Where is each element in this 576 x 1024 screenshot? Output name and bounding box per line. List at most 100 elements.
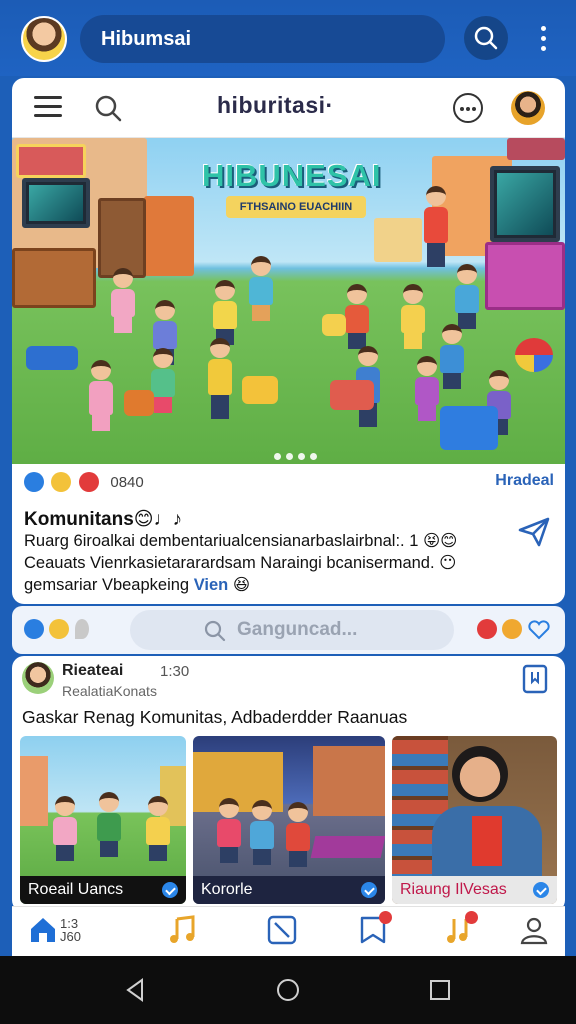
page-title: hiburitasi· [217,92,334,118]
thumbnail[interactable]: Roeail Uancs [20,736,186,904]
building-right-roof [507,138,565,160]
reaction-icon[interactable] [24,619,44,639]
tab-counter-line: J60 [60,929,81,944]
hero-subtitle: FTHSAINO EUACHIIN [226,196,366,218]
post-body-link[interactable]: Vien [194,576,229,594]
emoji-icon[interactable] [453,93,483,123]
reaction-count: 0840 [110,473,144,491]
verified-icon [162,882,178,898]
toy-box [26,346,78,370]
thumbnail[interactable]: Riaung IlVesas [392,736,557,904]
reaction-icon[interactable] [51,472,72,492]
top-search-field[interactable]: Hibumsai [80,15,445,63]
send-icon[interactable] [517,516,551,548]
beach-ball [515,338,553,372]
kid-figure [84,360,118,431]
kid-figure [249,800,275,865]
author-avatar[interactable] [22,662,54,694]
top-app-bar: Hibumsai [0,0,576,76]
menu-icon[interactable] [34,96,62,118]
pin-icon[interactable] [75,619,89,639]
post-title-text: Komunitans [24,509,134,530]
thumbnail[interactable]: Kororle [193,736,385,904]
post-subtitle: RealatiaKonats [62,683,157,699]
kid-figure [285,802,311,867]
music-tab[interactable] [444,911,478,945]
music-icon[interactable] [167,915,197,945]
reaction-icon[interactable] [24,472,44,492]
kid-figure [398,284,428,349]
search-icon [474,26,498,50]
search-icon [204,620,226,642]
kid-figure [420,186,452,267]
kid-figure [202,338,238,419]
kid-figure [452,264,482,329]
bottom-tab-bar: 1:3 J60 [12,906,565,956]
back-icon[interactable] [124,978,148,1002]
kid-figure [144,796,172,861]
profile-icon[interactable] [519,915,549,945]
post-body-line: Ruarg 6iroalkai dembentariualcensianarba… [24,532,458,550]
post-reactions-row: 0840 Hradeal [24,472,554,492]
reaction-icon[interactable] [78,472,99,492]
home-icon[interactable] [28,915,58,945]
book [242,376,278,404]
building-mid [144,196,194,276]
profile-avatar[interactable] [511,91,545,125]
verified-icon [361,882,377,898]
post-body-line-text: gemsariar Vbeapkeing [24,576,194,594]
strip-search-input[interactable]: Ganguncad... [130,610,454,650]
toy-box [440,406,498,450]
more-options-icon[interactable] [537,26,549,54]
kid-figure [342,284,372,349]
kid-figure [215,798,243,863]
user-avatar[interactable] [21,16,67,62]
post-action-link[interactable]: Hradeal [495,472,554,490]
notification-badge [379,911,392,924]
system-navigation-bar [0,956,576,1024]
purple-cabinet [485,242,565,310]
reaction-icon[interactable] [49,619,69,639]
kid-figure [412,356,442,421]
reaction-icon[interactable] [502,619,522,639]
tv-screen [22,178,90,228]
verified-icon [533,882,549,898]
bookmark-tab[interactable] [358,911,392,945]
thumbnail-label: Kororle [193,876,385,904]
bookmark-icon[interactable] [522,664,548,694]
kid-figure [50,796,80,861]
post-title-emoji: 😊♩♪ [133,509,183,530]
search-button[interactable] [464,16,508,60]
reaction-search-strip: Ganguncad... [12,606,565,654]
book [322,314,346,336]
post-body-emoji: 😆 [232,576,251,594]
recents-icon[interactable] [428,978,452,1002]
heart-icon[interactable] [528,620,550,640]
post-body-line: Ceauats Vienrkasietararardsam Naraingi b… [24,554,457,572]
book [124,390,154,416]
post-hero-image[interactable]: HIBUNESAI FTHSAINO EUACHIIN [12,138,565,464]
shop-sign [16,144,86,178]
tv-screen [490,166,560,242]
bookshelf [98,198,146,278]
notification-badge [465,911,478,924]
kid-figure [92,792,126,857]
post-time: 1:30 [160,663,190,680]
search-icon[interactable] [92,92,124,124]
post-body-line: gemsariar Vbeapkeing Vien 😆 [24,574,494,596]
tab-counter: 1:3 J60 [60,917,81,943]
book [330,380,374,410]
carousel-indicator[interactable] [274,447,322,464]
edit-icon[interactable] [267,915,297,945]
kid-figure [108,268,138,333]
card-header: hiburitasi· [12,78,565,138]
post-author[interactable]: Rieateai [62,662,123,680]
person-face [452,746,508,802]
house [374,218,422,262]
bookshelf [12,248,96,308]
kid-figure [210,280,240,345]
reaction-icon[interactable] [477,619,497,639]
hero-title: HIBUNESAI [202,158,382,193]
home-circle-icon[interactable] [276,978,300,1002]
kid-figure [246,256,276,321]
